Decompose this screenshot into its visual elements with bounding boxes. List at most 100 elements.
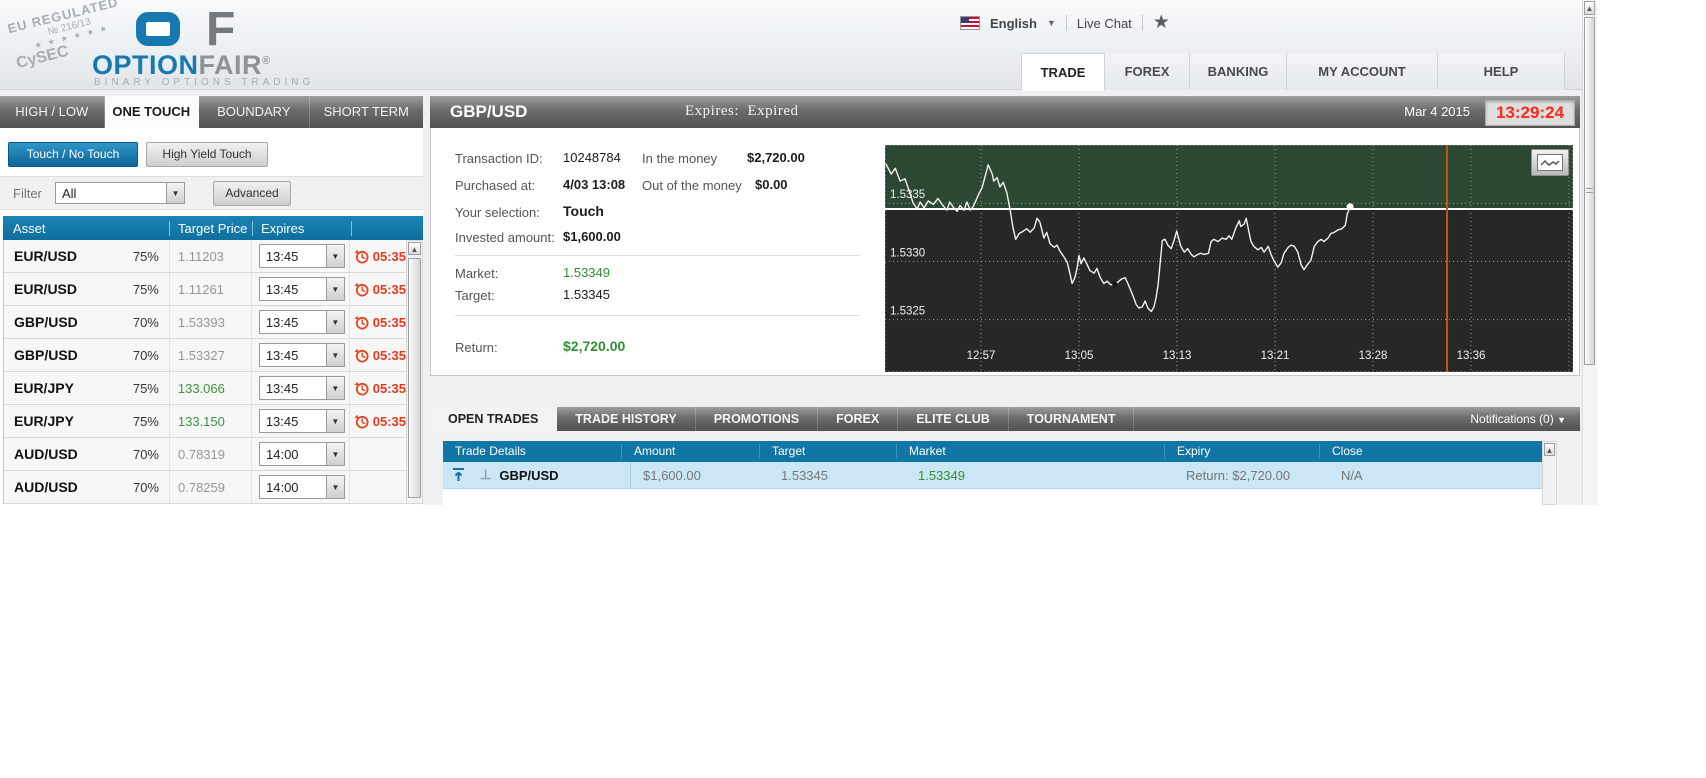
expiry-select[interactable]: 13:45 ▼: [258, 343, 345, 367]
language-selector[interactable]: English: [990, 16, 1037, 31]
tab-forex[interactable]: FOREX: [818, 407, 899, 431]
column-header-asset[interactable]: Asset: [3, 220, 170, 236]
expiry-select[interactable]: 13:45 ▼: [258, 310, 345, 334]
column-header-amount[interactable]: Amount: [622, 444, 760, 459]
open-trades-empty-area: [443, 489, 1542, 505]
expiry-cell: 13:45 ▼: [252, 339, 350, 371]
in-money-value: $2,720.00: [747, 150, 805, 165]
line-chart-icon: [1537, 154, 1563, 171]
expiry-value: 13:45: [265, 380, 299, 396]
in-money-label: In the money: [642, 151, 718, 166]
expiry-select[interactable]: 14:00 ▼: [259, 442, 345, 466]
expiry-select[interactable]: 14:00 ▼: [259, 475, 345, 499]
asset-row[interactable]: GBP/USD 70% 1.53327 13:45 ▼ 05:35: [4, 339, 406, 372]
scroll-up-icon[interactable]: ▲: [1544, 443, 1555, 456]
open-trade-row[interactable]: ⊥ GBP/USD $1,600.00 1.53345 1.53349 Retu…: [443, 462, 1542, 489]
page-scrollbar[interactable]: ▲: [1582, 0, 1597, 505]
asset-row[interactable]: GBP/USD 70% 1.53393 13:45 ▼ 05:35: [4, 306, 406, 339]
tab-short-term[interactable]: SHORT TERM: [310, 96, 423, 128]
clock-countdown-icon: [354, 315, 369, 329]
tab-elite-club[interactable]: ELITE CLUB: [898, 407, 1009, 431]
column-header-target[interactable]: Target: [760, 444, 897, 459]
advanced-button[interactable]: Advanced: [213, 181, 291, 206]
svg-text:1.5325: 1.5325: [890, 306, 925, 318]
expiry-value: 14:00: [266, 479, 299, 495]
nav-tab-my-account[interactable]: MY ACCOUNT: [1286, 53, 1437, 90]
asset-pair: GBP/USD: [14, 347, 78, 363]
nav-tab-trade[interactable]: TRADE: [1021, 53, 1104, 91]
asset-payout: 70%: [132, 347, 159, 363]
chevron-down-icon[interactable]: ▼: [326, 443, 344, 465]
chart-type-button[interactable]: [1531, 149, 1569, 176]
column-header-expiry[interactable]: Expiry: [1165, 444, 1320, 459]
chevron-down-icon[interactable]: ▼: [166, 183, 184, 203]
expiry-select[interactable]: 13:45 ▼: [258, 376, 345, 400]
scroll-up-icon[interactable]: ▲: [408, 242, 421, 255]
expiry-select[interactable]: 13:45 ▼: [258, 244, 345, 268]
scroll-up-icon[interactable]: ▲: [1584, 1, 1595, 15]
asset-row[interactable]: EUR/USD 75% 1.11261 13:45 ▼ 05:35: [4, 273, 406, 306]
asset-pair: AUD/USD: [14, 446, 78, 462]
tab-tournament[interactable]: TOURNAMENT: [1009, 407, 1135, 431]
pin-trade-icon[interactable]: [451, 467, 466, 483]
high-yield-touch-button[interactable]: High Yield Touch: [146, 142, 268, 167]
scrollbar-thumb[interactable]: [408, 258, 421, 498]
chevron-down-icon[interactable]: ▼: [325, 344, 344, 366]
expiry-value: 13:45: [265, 413, 299, 429]
instrument-header-bar: GBP/USD Expires: Expired Mar 4 2015 13:2…: [430, 96, 1580, 128]
column-header-expires[interactable]: Expires: [253, 220, 352, 236]
tab-trade-history[interactable]: TRADE HISTORY: [557, 407, 696, 431]
nav-tab-help[interactable]: HELP: [1437, 53, 1565, 90]
tab-boundary[interactable]: BOUNDARY: [199, 96, 310, 128]
asset-target-price: 0.78319: [170, 438, 252, 470]
invested-label: Invested amount:: [455, 230, 555, 245]
expiry-select[interactable]: 13:45 ▼: [258, 277, 345, 301]
bottom-tabs-bar: OPEN TRADES TRADE HISTORY PROMOTIONS FOR…: [430, 407, 1580, 431]
notifications-toggle[interactable]: Notifications (0) ▼: [1470, 407, 1566, 431]
tab-one-touch[interactable]: ONE TOUCH: [104, 96, 200, 128]
chevron-down-icon[interactable]: ▼: [1047, 18, 1056, 28]
expiry-value: 14:00: [266, 446, 299, 462]
logo-f-letter: F: [206, 3, 236, 56]
asset-row[interactable]: EUR/JPY 75% 133.066 13:45 ▼ 05:35: [4, 372, 406, 405]
column-header-market[interactable]: Market: [897, 444, 1165, 459]
column-header-trade-details[interactable]: Trade Details: [443, 444, 622, 459]
brand-subtitle: BINARY OPTIONS TRADING: [94, 77, 315, 88]
chevron-down-icon[interactable]: ▼: [325, 278, 344, 300]
asset-pair: EUR/JPY: [14, 380, 74, 396]
nav-tab-banking[interactable]: BANKING: [1189, 53, 1286, 90]
app-window: EU REGULATED № 216/13 ★ ★ ★ ★ ★ ★ CySEC …: [0, 0, 1597, 505]
target-value: 1.53345: [563, 287, 610, 302]
chevron-down-icon[interactable]: ▼: [325, 311, 344, 333]
filter-select[interactable]: All ▼: [55, 182, 185, 204]
expiry-select[interactable]: 13:45 ▼: [258, 409, 345, 433]
live-chat-link[interactable]: Live Chat: [1077, 16, 1132, 31]
nav-tab-forex[interactable]: FOREX: [1104, 53, 1189, 90]
open-trades-scrollbar[interactable]: ▲: [1542, 441, 1557, 505]
clock-countdown-icon: [354, 282, 369, 296]
clock-countdown-icon: [354, 381, 369, 395]
logo-o-icon: [136, 12, 180, 46]
asset-payout: 70%: [132, 314, 159, 330]
asset-row[interactable]: EUR/USD 75% 1.11203 13:45 ▼ 05:35: [4, 240, 406, 273]
asset-target-price: 0.78259: [170, 471, 252, 503]
asset-table-scrollbar[interactable]: ▲: [406, 240, 423, 504]
favorite-star-icon[interactable]: ★: [1153, 13, 1170, 32]
chevron-down-icon[interactable]: ▼: [325, 410, 344, 432]
asset-target-price: 1.53327: [170, 339, 252, 371]
column-header-close[interactable]: Close: [1320, 444, 1542, 459]
chevron-down-icon[interactable]: ▼: [326, 476, 344, 498]
asset-row[interactable]: EUR/JPY 75% 133.150 13:45 ▼ 05:35: [4, 405, 406, 438]
server-clock: 13:29:24: [1485, 100, 1575, 126]
tab-open-trades[interactable]: OPEN TRADES: [430, 407, 558, 431]
tab-promotions[interactable]: PROMOTIONS: [696, 407, 819, 431]
touch-no-touch-button[interactable]: Touch / No Touch: [8, 142, 138, 167]
scrollbar-thumb[interactable]: [1584, 17, 1595, 365]
chevron-down-icon[interactable]: ▼: [325, 377, 344, 399]
asset-row[interactable]: AUD/USD 70% 0.78319 14:00 ▼: [4, 438, 406, 471]
chevron-down-icon[interactable]: ▼: [325, 245, 344, 267]
clock-countdown-icon: [354, 348, 369, 362]
column-header-target-price[interactable]: Target Price: [170, 220, 253, 236]
asset-row[interactable]: AUD/USD 70% 0.78259 14:00 ▼: [4, 471, 406, 504]
tab-high-low[interactable]: HIGH / LOW: [0, 96, 105, 128]
